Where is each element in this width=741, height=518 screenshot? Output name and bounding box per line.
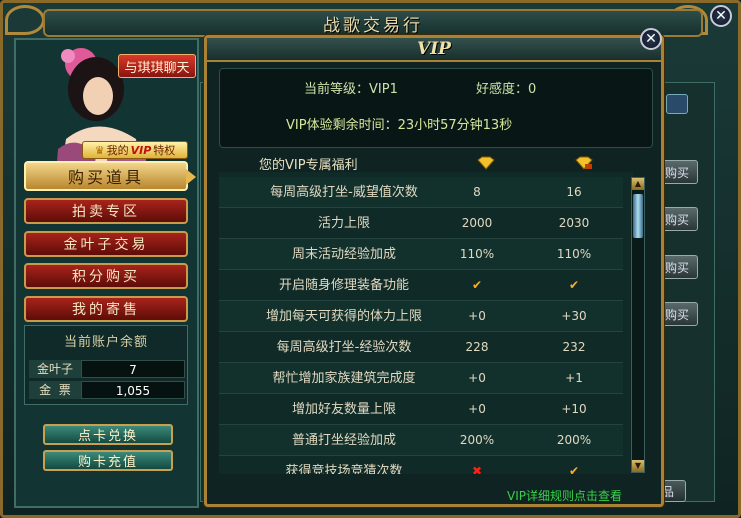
search-icon[interactable] [666, 94, 688, 114]
balance-title: 当前账户余额 [63, 335, 148, 350]
benefit-name: 周末活动经验加成 [291, 247, 396, 262]
menu-auction[interactable]: 拍卖专区 [24, 198, 188, 224]
benefit-value-tier1: 110% [459, 247, 495, 261]
close-icon: ✕ [715, 8, 727, 24]
menu-points-purchase[interactable]: 积分购买 [24, 263, 188, 289]
benefit-value-tier1: +0 [468, 371, 486, 385]
benefit-name: 每周高级打坐-威望值次数 [270, 185, 418, 200]
table-row: 每周高级打坐-经验次数 228 232 [219, 332, 623, 363]
benefit-value-tier2: 2030 [558, 216, 590, 230]
vip-privilege-prefix: 我的 [106, 144, 129, 157]
left-panel: 与琪琪聊天 ♛ 我的 VIP 特权 购买道具 拍卖专区 金叶子交易 积分购买 我… [14, 38, 199, 508]
balance-box: 当前账户余额 金叶子 7 金 票 1,055 [24, 325, 188, 405]
card-exchange-button[interactable]: 点卡兑换 [43, 424, 173, 445]
table-row: 活力上限 2000 2030 [219, 208, 623, 239]
menu-gold-leaf-trade[interactable]: 金叶子交易 [24, 231, 188, 257]
window-title: 战歌交易行 [323, 15, 423, 36]
vip-title-bar: VIP [207, 38, 661, 62]
table-row: 每周高级打坐-威望值次数 8 16 [219, 177, 623, 208]
scroll-up-arrow-icon[interactable]: ▲ [632, 178, 644, 190]
table-row: 帮忙增加家族建筑完成度 +0 +1 [219, 363, 623, 394]
my-vip-privilege-button[interactable]: ♛ 我的 VIP 特权 [82, 141, 188, 159]
table-row: 增加每天可获得的体力上限 +0 +30 [219, 301, 623, 332]
vip-tier-1-icon [477, 156, 495, 170]
vip-remaining-time: VIP体验剩余时间：23小时57分钟13秒 [286, 118, 513, 133]
balance-value: 1,055 [81, 381, 185, 399]
cross-icon: ✖ [471, 464, 483, 474]
benefit-name: 开启随身修理装备功能 [278, 278, 409, 293]
ornament-corner-left [5, 5, 45, 35]
scroll-thumb[interactable] [633, 194, 643, 238]
benefit-name: 增加每天可获得的体力上限 [265, 309, 422, 324]
vip-close-button[interactable]: ✕ [640, 28, 662, 50]
window-close-button[interactable]: ✕ [710, 5, 732, 27]
benefit-value-tier2: 232 [562, 340, 586, 354]
benefits-header: 您的VIP专属福利 [259, 158, 358, 173]
benefit-value-tier1: 2000 [461, 216, 493, 230]
benefit-value-tier2: +1 [565, 371, 583, 385]
vip-tier-2-icon [575, 156, 593, 170]
menu-my-consignment[interactable]: 我的寄售 [24, 296, 188, 322]
vip-crown-icon: ♛ [94, 143, 105, 157]
benefit-name: 帮忙增加家族建筑完成度 [272, 371, 416, 386]
vip-dialog-title: VIP [417, 39, 451, 59]
close-icon: ✕ [645, 31, 657, 47]
vip-privilege-suffix: 特权 [153, 144, 176, 157]
benefit-value-tier2: +30 [561, 309, 587, 323]
check-icon: ✔ [568, 464, 580, 474]
balance-label: 金 票 [29, 381, 81, 399]
vip-privilege-vip: VIP [130, 143, 152, 157]
table-row: 周末活动经验加成 110% 110% [219, 239, 623, 270]
benefit-name: 增加好友数量上限 [291, 402, 396, 417]
current-level: 当前等级：VIP1 [304, 82, 398, 97]
table-row: 增加好友数量上限 +0 +10 [219, 394, 623, 425]
scroll-down-arrow-icon[interactable]: ▼ [632, 460, 644, 472]
menu-buy-items[interactable]: 购买道具 [24, 161, 196, 191]
favor-level: 好感度：0 [476, 82, 537, 97]
benefit-name: 普通打坐经验加成 [291, 433, 396, 448]
benefit-value-tier2: 16 [566, 185, 582, 199]
title-bar: 战歌交易行 [43, 9, 703, 37]
benefit-value-tier1: 8 [473, 185, 481, 199]
benefit-value-tier1: 200% [459, 433, 495, 447]
benefit-value-tier2: 110% [556, 247, 592, 261]
vip-info-box: 当前等级：VIP1 好感度：0 VIP体验剩余时间：23小时57分钟13秒 [219, 68, 653, 148]
benefit-name: 每周高级打坐-经验次数 [276, 340, 412, 355]
benefit-value-tier2: +10 [561, 402, 587, 416]
card-recharge-button[interactable]: 购卡充值 [43, 450, 173, 471]
balance-row-gold-ticket: 金 票 1,055 [29, 381, 185, 399]
benefit-name: 活力上限 [317, 216, 370, 231]
balance-label: 金叶子 [29, 360, 81, 378]
benefit-value-tier1: +0 [468, 402, 486, 416]
benefit-value-tier2: 200% [556, 433, 592, 447]
benefit-value-tier1: +0 [468, 309, 486, 323]
check-icon: ✔ [471, 278, 483, 292]
benefits-scrollbar[interactable]: ▲ ▼ [631, 177, 645, 473]
benefits-table: 每周高级打坐-威望值次数 8 16 活力上限 2000 2030 周末活动经验加… [219, 172, 633, 474]
vip-rules-link[interactable]: VIP详细规则点击查看 [507, 487, 622, 504]
benefit-name: 获得竞技场竞猜次数 [285, 464, 403, 474]
vip-dialog: VIP 当前等级：VIP1 好感度：0 VIP体验剩余时间：23小时57分钟13… [204, 35, 664, 507]
table-row: 获得竞技场竞猜次数 ✖ ✔ [219, 456, 623, 474]
table-row: 普通打坐经验加成 200% 200% [219, 425, 623, 456]
table-row: 开启随身修理装备功能 ✔ ✔ [219, 270, 623, 301]
benefit-value-tier1: 228 [465, 340, 489, 354]
balance-row-gold-leaf: 金叶子 7 [29, 360, 185, 378]
balance-value: 7 [81, 360, 185, 378]
chat-with-npc-button[interactable]: 与琪琪聊天 [118, 54, 196, 78]
check-icon: ✔ [568, 278, 580, 292]
